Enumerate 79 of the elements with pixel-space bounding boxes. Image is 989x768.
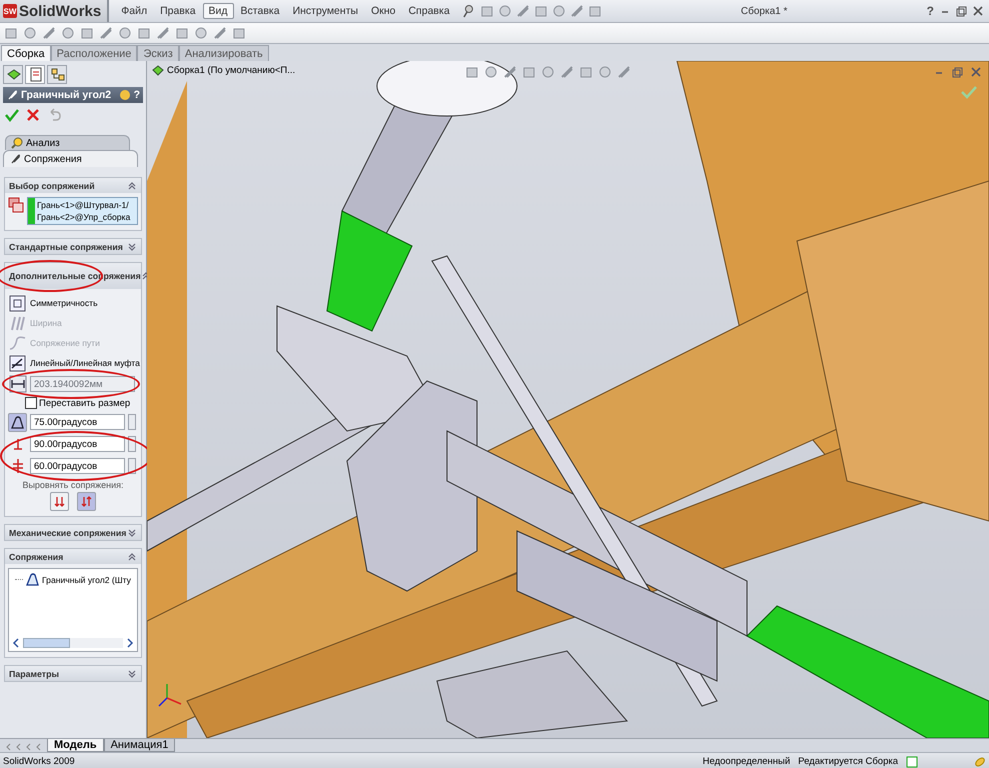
ok-icon[interactable] xyxy=(5,108,19,122)
tree-item[interactable]: Граничный угол2 (Шту xyxy=(42,574,131,584)
help-button[interactable]: ? xyxy=(134,89,140,101)
spin-button[interactable] xyxy=(128,414,136,430)
menu-item[interactable]: Правка xyxy=(154,3,202,19)
angle-field[interactable]: 75.00градусов xyxy=(30,414,125,430)
status-text: Редактируется Сборка xyxy=(798,756,898,767)
menu-item[interactable]: Вставка xyxy=(234,3,286,19)
command-tab[interactable]: Расположение xyxy=(50,45,138,61)
collapse-icon xyxy=(127,550,137,562)
close-icon[interactable] xyxy=(973,6,983,16)
mate-type-option[interactable]: Линейный/Линейная муфта xyxy=(8,353,138,373)
panel-tab[interactable] xyxy=(47,65,67,84)
spin-button[interactable] xyxy=(128,436,136,452)
angle-icon xyxy=(10,414,25,430)
help-button[interactable]: ? xyxy=(926,4,934,18)
scroll-right-icon[interactable] xyxy=(125,638,135,648)
group-header[interactable]: Параметры xyxy=(5,666,141,681)
mate-type-option[interactable]: Симметричность xyxy=(8,293,138,313)
list-item[interactable]: Грань<2>@Упр_сборка xyxy=(37,212,130,222)
panel-tab[interactable] xyxy=(25,65,45,84)
group-header[interactable]: Сопряжения xyxy=(5,549,141,564)
mate-type-icon xyxy=(9,334,26,352)
status-text: Недоопределенный xyxy=(702,756,790,767)
scrollbar-thumb[interactable] xyxy=(23,638,70,648)
close-icon[interactable] xyxy=(971,67,981,77)
alignment-label: Выровнять сопряжения: xyxy=(21,479,125,490)
expand-icon xyxy=(127,240,137,252)
expand-icon xyxy=(127,526,137,538)
alignment-button[interactable] xyxy=(50,492,69,511)
logo-mark: SW xyxy=(3,4,17,18)
aligned-arrows-icon xyxy=(53,495,66,508)
group-header[interactable]: Механические сопряжения xyxy=(5,525,141,540)
panel-tab-icon xyxy=(48,66,66,83)
panel-tab[interactable] xyxy=(3,65,23,84)
menu-item[interactable]: Окно xyxy=(365,3,402,19)
flip-dimension-checkbox[interactable] xyxy=(25,397,37,409)
panel-subtab[interactable]: Анализ xyxy=(5,135,130,150)
expand-icon xyxy=(127,668,137,680)
minimum-angle-field[interactable]: 60.00градусов xyxy=(30,458,125,474)
list-item[interactable]: Грань<1>@Штурвал-1/ xyxy=(37,200,130,210)
maximum-angle-field[interactable]: 90.00градусов xyxy=(30,436,125,452)
spin-button[interactable] xyxy=(128,458,136,474)
group-header[interactable]: Выбор сопряжений xyxy=(5,178,141,193)
tree-root[interactable]: Сборка1 (По умолчанию<П... xyxy=(167,65,296,76)
toolbar-icon[interactable] xyxy=(503,65,517,79)
menu-item[interactable]: Справка xyxy=(402,3,456,19)
menu-item[interactable]: Файл xyxy=(115,3,154,19)
app-logo: SolidWorks xyxy=(19,2,102,20)
command-tab[interactable]: Сборка xyxy=(1,45,51,61)
restore-icon[interactable] xyxy=(952,67,963,78)
cancel-icon[interactable] xyxy=(26,108,40,122)
opposed-arrows-icon xyxy=(80,495,93,508)
menu-item[interactable]: Инструменты xyxy=(286,3,364,19)
checkbox-label: Переставить размер xyxy=(39,398,130,408)
angle-button[interactable] xyxy=(8,412,27,432)
alignment-button[interactable] xyxy=(77,492,96,511)
scroll-left-icon[interactable] xyxy=(11,638,21,648)
status-text: SolidWorks 2009 xyxy=(3,756,75,767)
distance-icon xyxy=(8,375,26,393)
collapse-icon xyxy=(127,180,137,192)
command-tab[interactable]: Анализировать xyxy=(178,45,269,61)
magnifier-icon xyxy=(11,137,23,149)
mate-type-icon xyxy=(9,314,26,332)
group-header[interactable]: Стандартные сопряжения xyxy=(5,239,141,254)
bottom-tab[interactable]: Анимация1 xyxy=(104,739,176,752)
mate-type-icon xyxy=(9,294,26,312)
assembly-icon[interactable] xyxy=(151,64,164,77)
selection-list[interactable]: Грань<1>@Штурвал-1/ Грань<2>@Упр_сборка xyxy=(27,197,138,225)
menu-item[interactable]: Вид xyxy=(202,3,234,19)
angle-mate-icon xyxy=(26,573,39,586)
restore-icon[interactable] xyxy=(956,6,967,16)
command-tab[interactable]: Эскиз xyxy=(137,45,179,61)
panel-title: Граничный угол2 xyxy=(21,89,112,101)
bottom-tab[interactable]: Модель xyxy=(47,739,104,752)
mate-type-icon xyxy=(9,354,26,372)
panel-subtab[interactable]: Сопряжения xyxy=(3,150,138,167)
mate-selection-icon xyxy=(8,197,24,213)
window-title: Сборка1 * xyxy=(740,6,788,16)
